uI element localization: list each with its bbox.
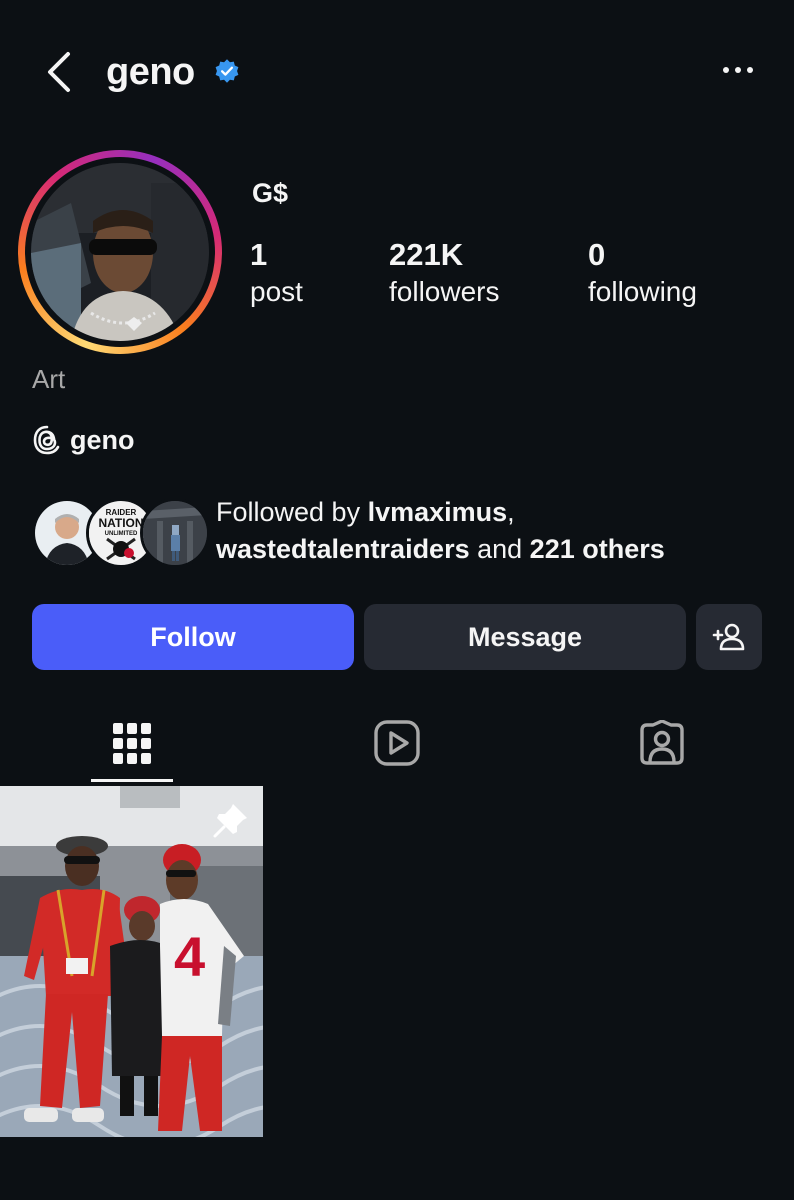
mutual-followers-avatars[interactable]: RAIDER NATION UNLIMITED bbox=[32, 498, 210, 568]
followers-label: followers bbox=[389, 276, 500, 307]
follow-button[interactable]: Follow bbox=[32, 604, 354, 670]
tab-posts-grid[interactable] bbox=[90, 712, 174, 774]
tab-reels[interactable] bbox=[355, 712, 439, 774]
avatar-photo bbox=[31, 163, 209, 341]
more-options-button[interactable] bbox=[712, 54, 764, 86]
add-person-icon bbox=[712, 623, 745, 651]
pinned-post-icon bbox=[213, 804, 247, 838]
threads-link[interactable]: geno bbox=[32, 424, 135, 456]
tab-tagged[interactable] bbox=[620, 712, 704, 774]
profile-full-name: G$ bbox=[252, 178, 289, 208]
threads-icon bbox=[33, 425, 60, 455]
suggest-users-button[interactable] bbox=[696, 604, 762, 670]
more-horizontal-icon bbox=[723, 67, 729, 73]
mutual-others-count[interactable]: 221 others bbox=[530, 534, 665, 564]
following-label: following bbox=[588, 276, 697, 307]
mutual-user-2[interactable]: wastedtalentraiders bbox=[216, 534, 470, 564]
followers-count: 221K bbox=[389, 237, 464, 272]
svg-text:UNLIMITED: UNLIMITED bbox=[105, 531, 138, 537]
threads-handle: geno bbox=[70, 424, 135, 455]
message-button[interactable]: Message bbox=[364, 604, 686, 670]
posts-label: post bbox=[250, 276, 303, 307]
active-tab-indicator bbox=[91, 779, 173, 782]
mutual-avatar-3 bbox=[140, 498, 210, 568]
tagged-person-icon bbox=[640, 720, 684, 765]
chevron-left-icon bbox=[48, 52, 70, 92]
followers-stat[interactable]: 221K followers bbox=[389, 236, 499, 310]
reels-icon bbox=[374, 720, 420, 766]
svg-text:NATION: NATION bbox=[98, 516, 143, 530]
following-count: 0 bbox=[588, 237, 606, 272]
verified-badge-icon bbox=[215, 59, 239, 83]
posts-stat[interactable]: 1 post bbox=[250, 236, 303, 310]
profile-category: Art bbox=[32, 364, 66, 394]
profile-username: geno bbox=[106, 51, 195, 93]
profile-avatar[interactable] bbox=[18, 150, 222, 354]
posts-count: 1 bbox=[250, 237, 268, 272]
back-button[interactable] bbox=[38, 48, 78, 96]
svg-text:4: 4 bbox=[174, 925, 205, 988]
mutual-user-1[interactable]: lvmaximus bbox=[368, 497, 508, 527]
followed-by-text[interactable]: Followed by lvmaximus, wastedtalentraide… bbox=[216, 494, 665, 568]
grid-icon bbox=[113, 723, 151, 764]
following-stat[interactable]: 0 following bbox=[588, 236, 697, 310]
